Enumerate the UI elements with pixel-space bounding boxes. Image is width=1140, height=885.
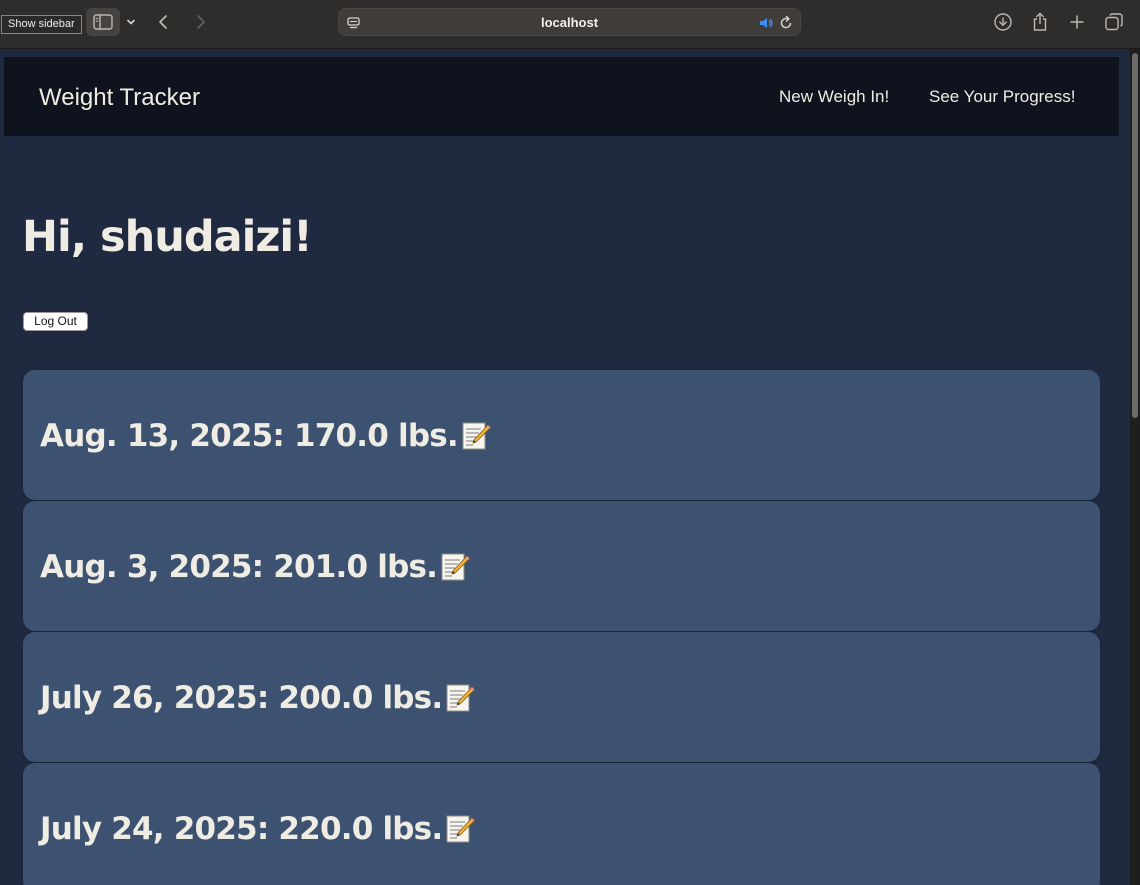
weigh-in-label: Aug. 3, 2025: 201.0 lbs. xyxy=(40,549,438,585)
weigh-in-label: July 26, 2025: 200.0 lbs. xyxy=(40,680,443,716)
scrollbar-thumb[interactable] xyxy=(1132,53,1138,418)
tabs-overview-icon xyxy=(1105,13,1123,31)
download-icon xyxy=(994,13,1012,31)
edit-memo-icon[interactable] xyxy=(445,768,476,843)
weigh-in-card: Aug. 3, 2025: 201.0 lbs. xyxy=(23,501,1100,631)
sidebar-toggle-button[interactable] xyxy=(86,8,120,36)
back-icon xyxy=(159,15,167,29)
greeting-heading: Hi, shudaizi! xyxy=(22,212,313,262)
tabs-overview-button[interactable] xyxy=(1102,10,1126,34)
downloads-button[interactable] xyxy=(991,10,1015,34)
address-bar[interactable]: localhost xyxy=(338,8,801,36)
weigh-in-card: July 24, 2025: 220.0 lbs. xyxy=(23,763,1100,885)
brand-link[interactable]: Weight Tracker xyxy=(39,57,200,139)
edit-memo-icon[interactable] xyxy=(461,375,491,450)
site-navbar: Weight Tracker New Weigh In! See Your Pr… xyxy=(4,57,1119,136)
chevron-down-icon xyxy=(127,19,135,25)
weigh-in-list: Aug. 13, 2025: 170.0 lbs. Aug. 3, 2025: … xyxy=(23,370,1100,885)
sidebar-menu-button[interactable] xyxy=(122,8,140,36)
browser-toolbar: Show sidebar localhost xyxy=(0,0,1140,49)
forward-button[interactable] xyxy=(188,8,212,36)
log-out-button[interactable]: Log Out xyxy=(23,312,88,331)
edit-memo-icon[interactable] xyxy=(440,506,471,581)
weigh-in-card: Aug. 13, 2025: 170.0 lbs. xyxy=(23,370,1100,500)
new-tab-icon xyxy=(1070,15,1084,29)
sidebar-tooltip: Show sidebar xyxy=(1,15,82,34)
share-button[interactable] xyxy=(1028,10,1052,34)
new-tab-button[interactable] xyxy=(1065,10,1089,34)
weigh-in-label: Aug. 13, 2025: 170.0 lbs. xyxy=(40,418,459,454)
back-button[interactable] xyxy=(152,8,176,36)
weigh-in-card: July 26, 2025: 200.0 lbs. xyxy=(23,632,1100,762)
url-text: localhost xyxy=(540,15,599,30)
speaker-icon[interactable] xyxy=(758,15,774,31)
forward-icon xyxy=(197,15,205,29)
edit-memo-icon[interactable] xyxy=(445,637,476,712)
reload-icon[interactable] xyxy=(778,15,794,31)
weigh-in-label: July 24, 2025: 220.0 lbs. xyxy=(40,811,443,847)
new-weigh-in-link[interactable]: New Weigh In! xyxy=(779,57,889,137)
share-icon xyxy=(1033,12,1047,31)
sidebar-icon xyxy=(93,14,113,30)
see-progress-link[interactable]: See Your Progress! xyxy=(929,57,1075,137)
